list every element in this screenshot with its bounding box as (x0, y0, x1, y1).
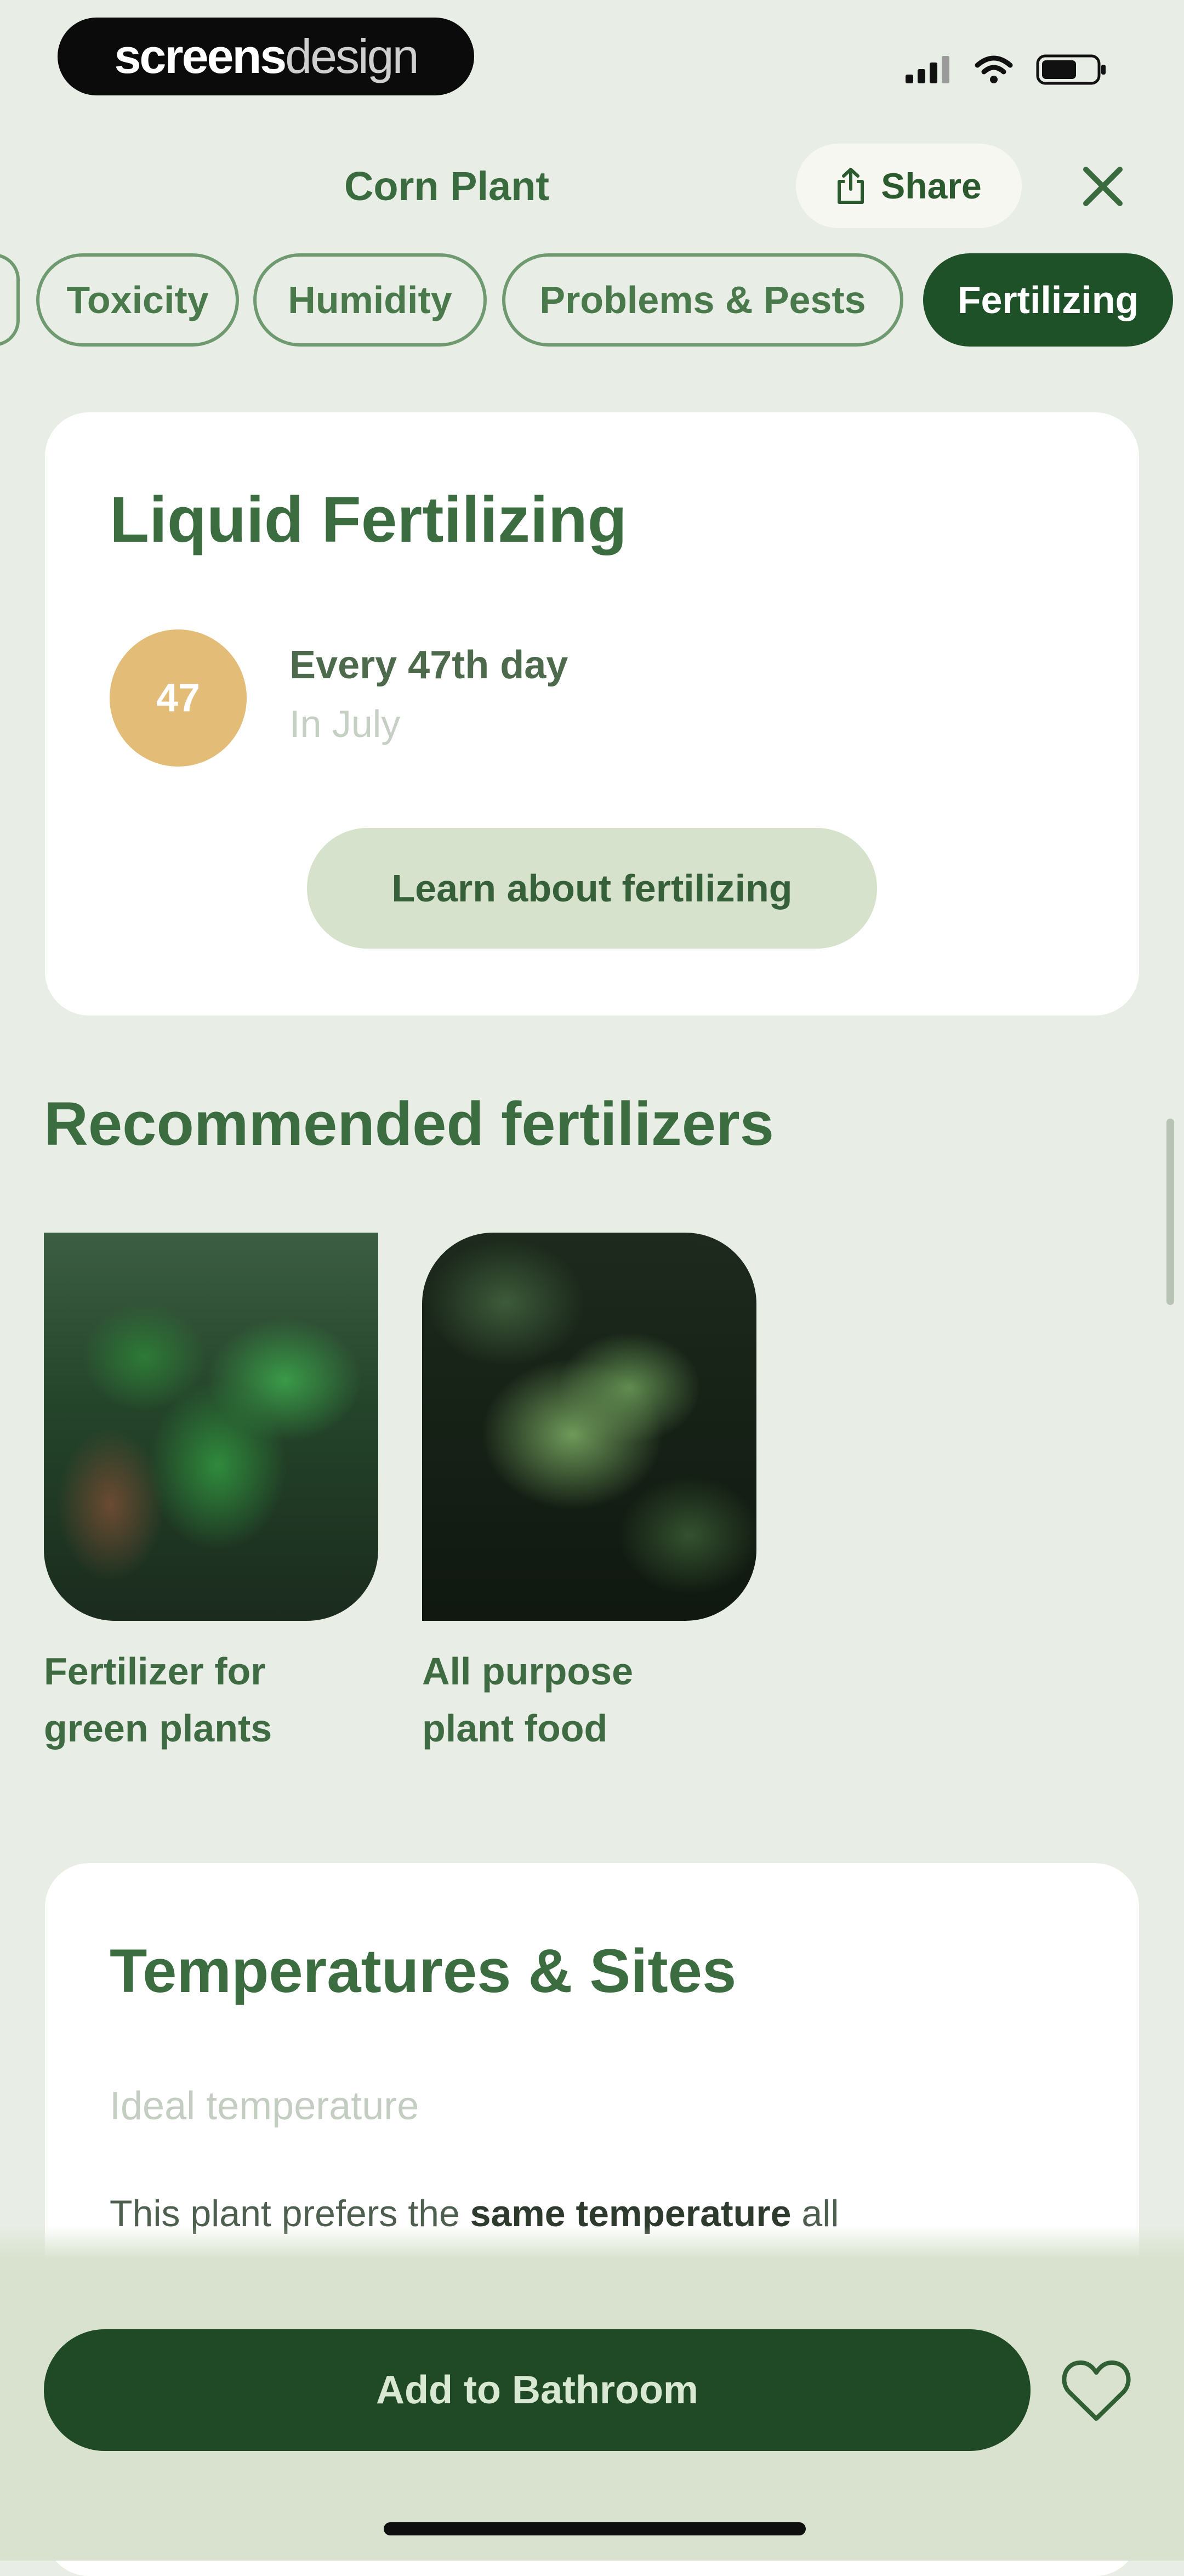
brand-text-bold: screens (114, 29, 287, 83)
brand-logo-pill: screens design (58, 18, 474, 95)
fertilizer-image-all-purpose[interactable] (422, 1233, 756, 1621)
status-icons (906, 50, 1107, 89)
share-icon (838, 168, 864, 204)
fertilizer-image-green-plants[interactable] (44, 1233, 378, 1621)
wifi-icon (975, 55, 1013, 83)
fertilizer-label-line1: All purpose (422, 1650, 634, 1693)
tab-humidity[interactable]: Humidity (253, 253, 487, 347)
bottom-fade (0, 2226, 1184, 2259)
tab-toxicity[interactable]: Toxicity (36, 253, 239, 347)
close-button[interactable] (1074, 158, 1131, 215)
share-button[interactable]: Share (796, 144, 1022, 228)
battery-icon (1036, 54, 1106, 85)
tab-previous-partial[interactable] (0, 253, 20, 347)
tab-problems-pests[interactable]: Problems & Pests (502, 253, 903, 347)
fertilizing-interval-badge: 47 (110, 629, 247, 767)
fertilizing-heading: Liquid Fertilizing (110, 484, 627, 556)
brand-text-light: design (285, 29, 419, 83)
fertilizer-label[interactable]: Fertilizer for green plants (44, 1643, 373, 1757)
page-title: Corn Plant (344, 163, 550, 209)
close-icon (1083, 167, 1123, 206)
temperatures-heading: Temperatures & Sites (110, 1937, 737, 2005)
ideal-temperature-label: Ideal temperature (110, 2084, 419, 2128)
fertilizer-label-line2: plant food (422, 1707, 608, 1750)
fertilizer-label-line1: Fertilizer for (44, 1650, 266, 1693)
learn-about-fertilizing-button[interactable]: Learn about fertilizing (307, 828, 877, 949)
tab-fertilizing[interactable]: Fertilizing (923, 253, 1173, 347)
signal-icon (906, 56, 949, 83)
scrollbar[interactable] (1166, 1119, 1174, 1305)
fertilizing-month: In July (289, 702, 401, 745)
fertilizing-frequency: Every 47th day (289, 643, 568, 687)
home-indicator[interactable] (384, 2522, 806, 2535)
favorite-button[interactable] (1052, 2347, 1140, 2435)
fertilizer-label-line2: green plants (44, 1707, 272, 1750)
recommended-heading: Recommended fertilizers (44, 1090, 774, 1158)
heart-icon (1062, 2360, 1131, 2421)
fertilizer-label[interactable]: All purpose plant food (422, 1643, 751, 1757)
add-to-bathroom-button[interactable]: Add to Bathroom (44, 2329, 1031, 2451)
share-label: Share (881, 166, 982, 206)
